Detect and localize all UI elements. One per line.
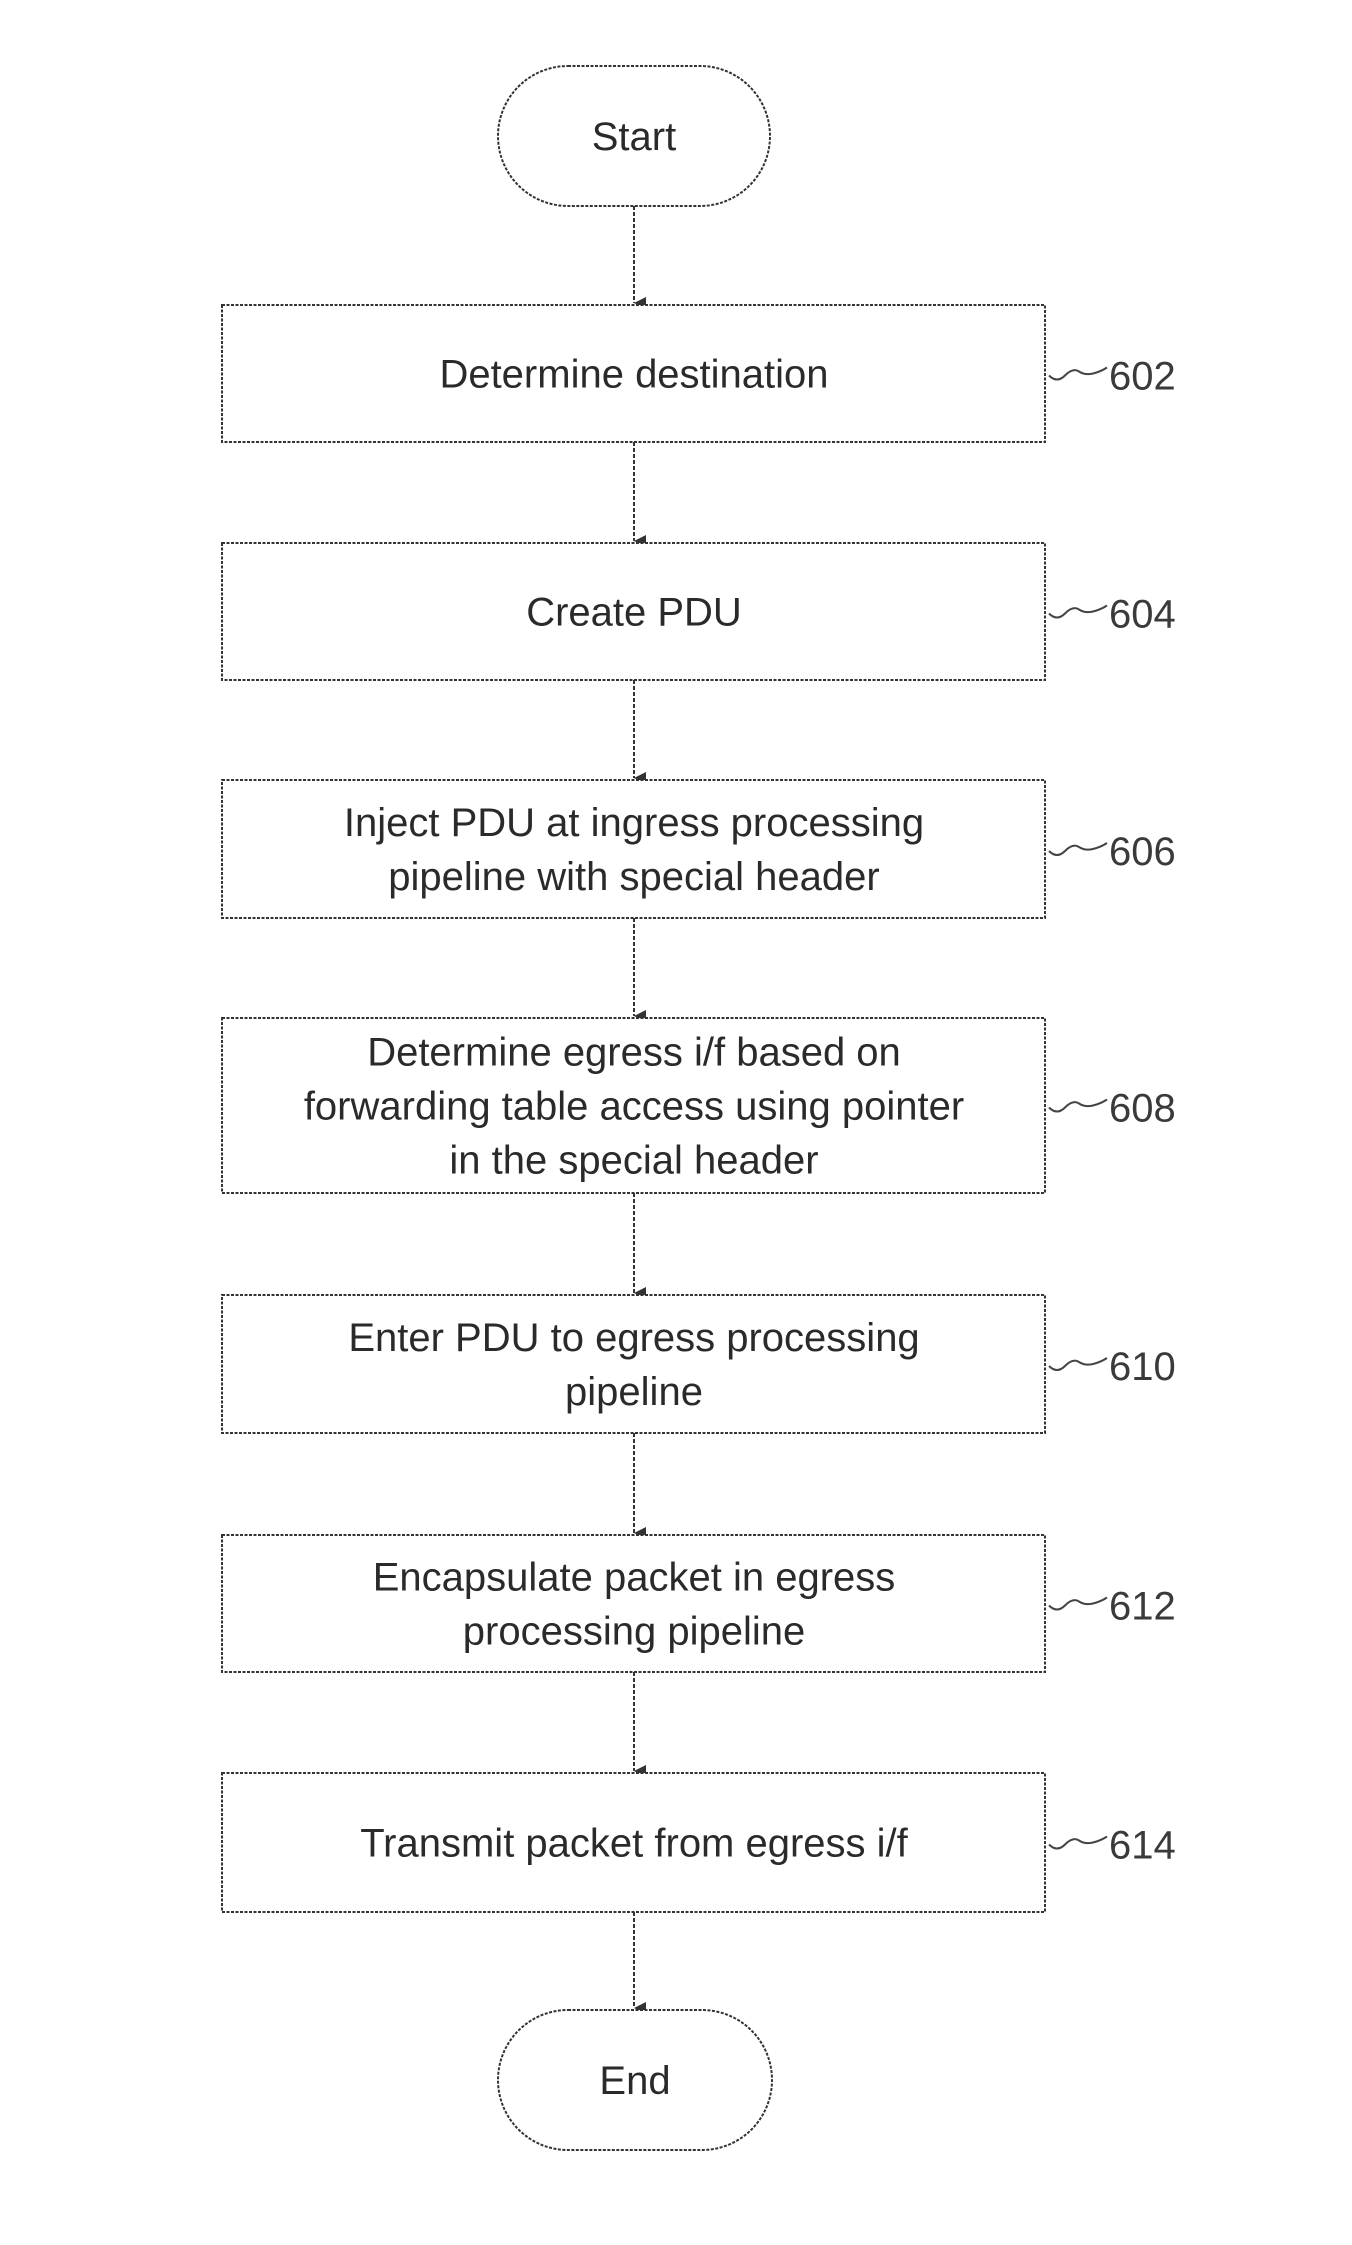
step-610: Enter PDU to egress processing pipeline 61… [221, 1294, 1176, 1434]
reference-leader-icon [1048, 604, 1108, 619]
step-text-line: pipeline with special header [388, 855, 879, 899]
step-text-line: forwarding table access using pointer [304, 1085, 964, 1129]
reference-leader-icon [1048, 366, 1108, 381]
end-terminal: End [497, 2009, 773, 2151]
step-612: Encapsulate packet in egress processing p… [221, 1534, 1176, 1673]
reference-leader-icon [1048, 1835, 1108, 1850]
step-608: Determine egress i/f based on forwarding … [221, 1017, 1176, 1194]
start-terminal: Start [497, 65, 771, 207]
reference-number: 608 [1109, 1087, 1176, 1131]
step-text-line: Enter PDU to egress processing [348, 1316, 919, 1360]
reference-number: 606 [1109, 830, 1176, 874]
step-614: Transmit packet from egress i/f 614 [221, 1772, 1176, 1913]
step-text-line: Determine destination [439, 353, 828, 397]
start-label: Start [592, 115, 676, 159]
step-606: Inject PDU at ingress processing pipeline… [221, 779, 1176, 919]
step-text-line: in the special header [449, 1139, 818, 1183]
end-label: End [599, 2059, 670, 2103]
step-text-line: Transmit packet from egress i/f [360, 1822, 908, 1866]
reference-number: 612 [1109, 1585, 1176, 1629]
step-604: Create PDU 604 [221, 542, 1176, 681]
reference-number: 614 [1109, 1824, 1176, 1868]
reference-leader-icon [1048, 842, 1108, 856]
reference-leader-icon [1048, 1596, 1108, 1611]
step-text-line: Determine egress i/f based on [367, 1031, 901, 1075]
step-text-line: processing pipeline [463, 1610, 805, 1654]
process-steps: Determine destination 602 Create PDU 604 Inj… [221, 304, 1176, 1913]
reference-leader-icon [1048, 1357, 1108, 1371]
reference-number: 610 [1109, 1345, 1176, 1389]
step-602: Determine destination 602 [221, 304, 1176, 443]
flowchart: Start Determine destination 602 Create PDU… [221, 65, 1176, 2151]
reference-number: 604 [1109, 593, 1176, 637]
step-text-line: Inject PDU at ingress processing [344, 801, 924, 845]
step-text-line: Encapsulate packet in egress [373, 1556, 896, 1600]
step-text-line: pipeline [565, 1370, 703, 1414]
step-text-line: Create PDU [526, 591, 742, 635]
reference-number: 602 [1109, 355, 1176, 399]
reference-leader-icon [1048, 1098, 1108, 1113]
